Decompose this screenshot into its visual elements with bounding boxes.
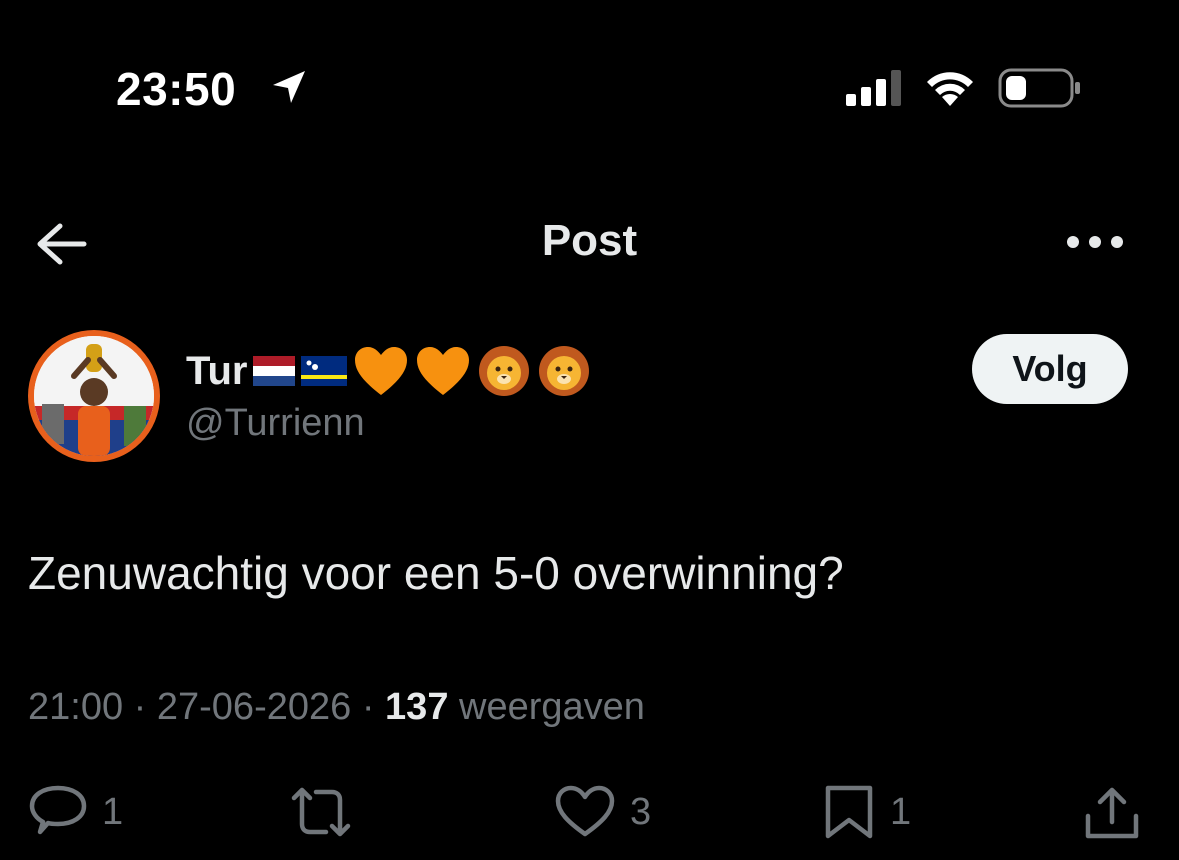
display-name-text: Tur bbox=[186, 348, 248, 393]
bookmark-count: 1 bbox=[890, 790, 912, 833]
reply-count: 1 bbox=[102, 790, 124, 833]
lion-face-icon bbox=[479, 346, 530, 396]
heart-icon bbox=[555, 785, 615, 837]
name-emoji-group bbox=[253, 344, 591, 398]
follow-button[interactable]: Volg bbox=[972, 334, 1128, 404]
battery-low-icon bbox=[998, 68, 1080, 108]
status-time: 23:50 bbox=[116, 63, 237, 115]
avatar-image bbox=[34, 336, 154, 456]
post-date: 27-06-2026 bbox=[156, 686, 352, 728]
reply-icon bbox=[29, 785, 87, 835]
bookmark-icon bbox=[825, 785, 873, 839]
orange-heart-icon bbox=[355, 347, 408, 395]
repost-button[interactable] bbox=[286, 784, 370, 840]
meta-separator: · bbox=[133, 686, 147, 728]
cellular-signal-icon bbox=[846, 70, 901, 106]
wifi-icon bbox=[927, 72, 973, 106]
avatar[interactable] bbox=[28, 330, 160, 462]
bookmark-button[interactable]: 1 bbox=[822, 784, 911, 840]
author-handle[interactable]: @Turrienn bbox=[186, 402, 365, 445]
orange-heart-icon bbox=[417, 347, 470, 395]
post-time: 21:00 bbox=[28, 686, 124, 728]
flag-netherlands-icon bbox=[253, 356, 296, 386]
lion-face-icon bbox=[539, 346, 590, 396]
page-title: Post bbox=[541, 216, 638, 265]
post-text: Zenuwachtig voor een 5-0 overwinning? bbox=[28, 547, 844, 599]
like-count: 3 bbox=[630, 790, 652, 833]
author-display-name[interactable]: Tur bbox=[186, 344, 591, 398]
view-count-label[interactable]: weergaven bbox=[459, 686, 645, 728]
more-horizontal-icon[interactable] bbox=[1066, 232, 1124, 252]
repost-icon bbox=[291, 787, 351, 837]
flag-curacao-icon bbox=[301, 356, 348, 386]
share-button[interactable] bbox=[1082, 784, 1142, 840]
like-button[interactable]: 3 bbox=[554, 784, 651, 840]
meta-separator: · bbox=[361, 686, 375, 728]
reply-button[interactable]: 1 bbox=[28, 784, 123, 840]
view-count[interactable]: 137 bbox=[385, 686, 448, 728]
location-arrow-icon bbox=[273, 71, 305, 103]
post-meta: 21:00 · 27-06-2026 · 137 weergaven bbox=[28, 686, 645, 729]
avatar-photo bbox=[34, 336, 154, 456]
share-icon bbox=[1085, 787, 1139, 839]
